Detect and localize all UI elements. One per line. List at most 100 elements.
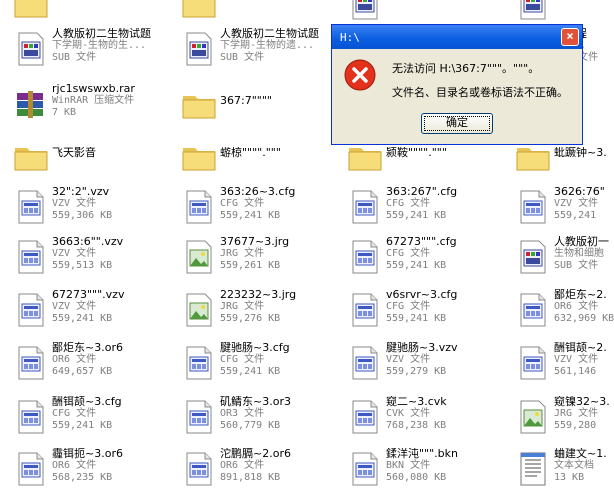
image-file-icon bbox=[180, 291, 218, 329]
file-icon bbox=[514, 188, 552, 226]
file-type: CFG 文件 bbox=[386, 198, 431, 209]
file-name: 37677~3.jrg bbox=[220, 236, 290, 248]
file-item[interactable]: 3663:6"".vzv VZV 文件 559,513 KB bbox=[10, 232, 174, 282]
file-item[interactable]: 人教版初二生物试题 下学期-生物的生... SUB 文件 bbox=[10, 24, 174, 74]
file-item[interactable]: 363:267".cfg CFG 文件 559,241 KB bbox=[344, 182, 508, 232]
file-item[interactable]: 67273""".vzv VZV 文件 559,241 KB bbox=[10, 285, 174, 335]
folder-icon bbox=[12, 0, 50, 22]
file-size: 568,235 KB bbox=[52, 472, 113, 483]
dialog-message: 无法访问 H:\367:7"""。"""。 bbox=[392, 62, 540, 75]
file-name: 矶鲭东~3.or3 bbox=[220, 396, 291, 408]
file-item[interactable]: 矶鲭东~3.or3 OR3 文件 560,779 KB bbox=[178, 392, 342, 442]
file-icon bbox=[12, 344, 50, 382]
folder-item[interactable]: 367:7"""" bbox=[178, 79, 342, 129]
dialog-title: H:\ bbox=[340, 31, 360, 44]
sub-file-icon bbox=[346, 0, 384, 22]
ok-button[interactable]: 确定 bbox=[421, 113, 493, 134]
file-item[interactable]: 霾铒扼~3.or6 OR6 文件 568,235 KB bbox=[10, 444, 174, 494]
file-size: 559,241 KB bbox=[220, 210, 281, 221]
file-icon bbox=[514, 291, 552, 329]
close-button[interactable]: × bbox=[561, 28, 579, 46]
text-file-icon bbox=[514, 450, 552, 488]
error-icon bbox=[344, 59, 376, 91]
folder-item[interactable]: 蝣椋"""".""" bbox=[178, 131, 342, 181]
file-size: 559,261 KB bbox=[220, 260, 281, 271]
file-item[interactable]: 223232~3.jrg JRG 文件 559,276 KB bbox=[178, 285, 342, 335]
file-size: 560,080 KB bbox=[386, 472, 447, 483]
file-item[interactable]: 人教版初一 生物和细胞 SUB 文件 bbox=[512, 232, 614, 282]
file-item[interactable]: 酬铒颉~3.cfg CFG 文件 559,241 KB bbox=[10, 392, 174, 442]
file-type: OR6 文件 bbox=[220, 460, 265, 471]
file-item[interactable]: 沱鹏膈~2.or6 OR6 文件 891,818 KB bbox=[178, 444, 342, 494]
file-name: 32":2".vzv bbox=[52, 186, 110, 198]
file-name: 人教版初一 bbox=[554, 236, 609, 248]
file-size: 559,513 KB bbox=[52, 260, 113, 271]
file-type: CFG 文件 bbox=[386, 248, 431, 259]
file-size: 559,241 KB bbox=[386, 210, 447, 221]
file-item[interactable]: 酬铒颉~2. VZV 文件 561,146 bbox=[512, 338, 614, 388]
file-name: 沱鹏膈~2.or6 bbox=[220, 448, 291, 460]
file-item[interactable]: rjc1swswxb.rar WinRAR 压缩文件 7 KB bbox=[10, 79, 174, 129]
file-type: JRG 文件 bbox=[554, 408, 599, 419]
file-name: 人教版初二生物试题 bbox=[52, 28, 151, 40]
file-icon bbox=[346, 344, 384, 382]
file-size: 560,779 KB bbox=[220, 420, 281, 431]
file-size: 559,241 bbox=[554, 210, 597, 221]
file-size: 649,657 KB bbox=[52, 366, 113, 377]
file-item[interactable]: 鄙炬东~2. OR6 文件 632,969 KB bbox=[512, 285, 614, 335]
file-size: 632,969 KB bbox=[554, 313, 614, 324]
file-icon bbox=[346, 450, 384, 488]
file-type: JRG 文件 bbox=[220, 301, 265, 312]
file-item[interactable]: v6srvr~3.cfg CFG 文件 559,241 KB bbox=[344, 285, 508, 335]
file-item[interactable]: 窥镍32~3. JRG 文件 559,280 bbox=[512, 392, 614, 442]
file-type: 下学期-生物的生... bbox=[52, 40, 147, 51]
file-type: CFG 文件 bbox=[52, 408, 97, 419]
file-type: OR6 文件 bbox=[554, 301, 599, 312]
file-size: 559,276 KB bbox=[220, 313, 281, 324]
file-item[interactable]: 32":2".vzv VZV 文件 559,306 KB bbox=[10, 182, 174, 232]
file-name: 鄙炬东~2. bbox=[554, 289, 607, 301]
file-item[interactable]: 腱驰肠~3.cfg CFG 文件 559,241 KB bbox=[178, 338, 342, 388]
folder-icon bbox=[180, 0, 218, 22]
file-item[interactable]: 363:26~3.cfg CFG 文件 559,241 KB bbox=[178, 182, 342, 232]
file-type: CVK 文件 bbox=[386, 408, 431, 419]
file-size: 559,241 KB bbox=[220, 366, 281, 377]
file-item[interactable]: 鄙炬东~3.or6 OR6 文件 649,657 KB bbox=[10, 338, 174, 388]
file-item[interactable]: 3626:76" VZV 文件 559,241 bbox=[512, 182, 614, 232]
file-item[interactable]: 人教版初二生物试题 下学期-生物的遗... SUB 文件 bbox=[178, 24, 342, 74]
file-name: 酬铒颉~3.cfg bbox=[52, 396, 122, 408]
file-item[interactable]: 窥二~3.cvk CVK 文件 768,238 KB bbox=[344, 392, 508, 442]
file-item[interactable]: 蛐建文~1. 文本文档 13 KB bbox=[512, 444, 614, 494]
file-type: OR6 文件 bbox=[52, 354, 97, 365]
file-icon bbox=[180, 344, 218, 382]
file-icon bbox=[346, 238, 384, 276]
file-size: 559,279 KB bbox=[386, 366, 447, 377]
file-type: CFG 文件 bbox=[220, 354, 265, 365]
file-type: OR3 文件 bbox=[220, 408, 265, 419]
file-item[interactable]: 67273""".cfg CFG 文件 559,241 KB bbox=[344, 232, 508, 282]
file-type: BKN 文件 bbox=[386, 460, 431, 471]
file-icon bbox=[12, 238, 50, 276]
file-type: CFG 文件 bbox=[220, 198, 265, 209]
sub-file-icon bbox=[180, 30, 218, 68]
sub-file-icon bbox=[514, 238, 552, 276]
file-size: 891,818 KB bbox=[220, 472, 281, 483]
file-name: v6srvr~3.cfg bbox=[386, 289, 458, 301]
file-icon bbox=[12, 291, 50, 329]
image-file-icon bbox=[514, 398, 552, 436]
file-item[interactable]: 鍒洋沌""".bkn BKN 文件 560,080 KB bbox=[344, 444, 508, 494]
file-name: 酬铒颉~2. bbox=[554, 342, 607, 354]
sub-file-icon bbox=[12, 30, 50, 68]
folder-icon bbox=[180, 85, 218, 123]
folder-icon bbox=[180, 137, 218, 175]
file-name: 人教版初二生物试题 bbox=[220, 28, 319, 40]
file-item[interactable]: 37677~3.jrg JRG 文件 559,261 KB bbox=[178, 232, 342, 282]
folder-item[interactable]: 飞天影音 bbox=[10, 131, 174, 181]
file-type: 文本文档 bbox=[554, 460, 594, 471]
file-size: 13 KB bbox=[554, 472, 585, 483]
file-name: 霾铒扼~3.or6 bbox=[52, 448, 123, 460]
dialog-titlebar[interactable]: H:\ × bbox=[332, 25, 582, 49]
file-type: CFG 文件 bbox=[386, 301, 431, 312]
file-icon bbox=[346, 398, 384, 436]
file-item[interactable]: 腱驰肠~3.vzv VZV 文件 559,279 KB bbox=[344, 338, 508, 388]
